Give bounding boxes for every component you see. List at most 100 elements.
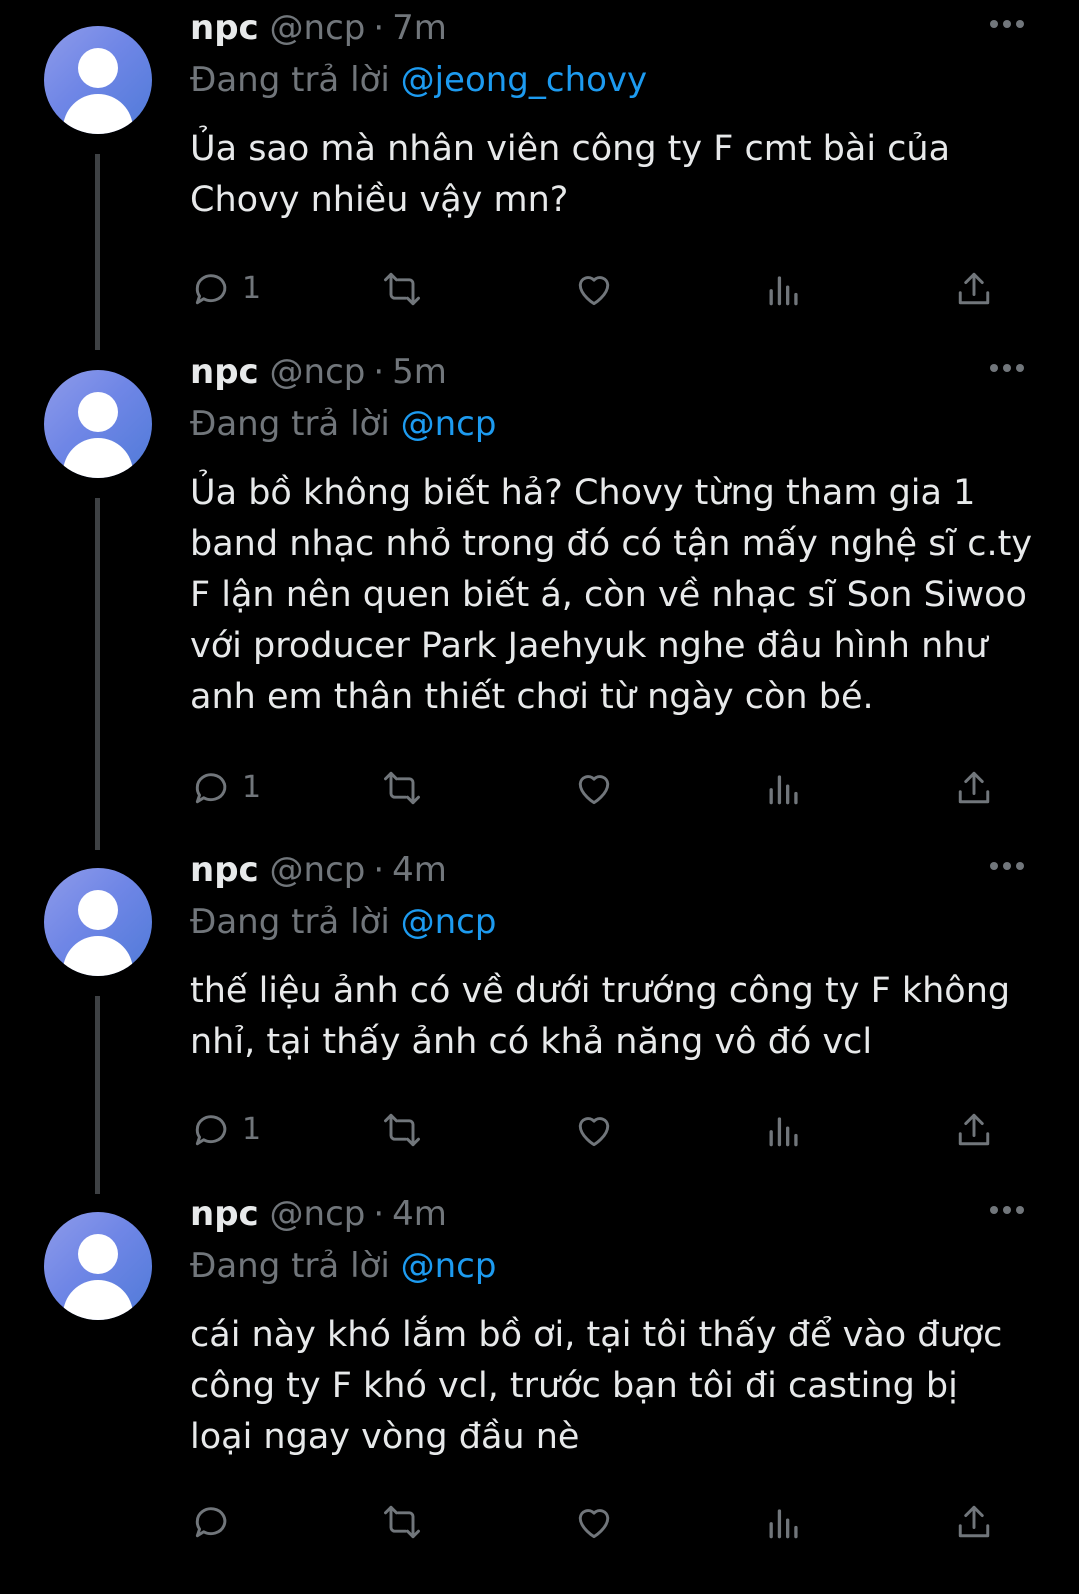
replying-to-mention[interactable]: @ncp xyxy=(401,902,497,942)
separator-dot: · xyxy=(373,8,385,48)
reply-button[interactable]: 1 xyxy=(190,265,261,313)
tweet-text: Ủa sao mà nhân viên công ty F cmt bài củ… xyxy=(190,129,951,220)
views-button[interactable] xyxy=(762,1106,806,1154)
like-button[interactable] xyxy=(572,1106,616,1154)
views-icon xyxy=(769,276,798,306)
replying-to: Đang trả lời @ncp xyxy=(190,400,496,448)
replying-to: Đang trả lời @ncp xyxy=(190,1242,496,1290)
more-options-icon[interactable] xyxy=(990,20,1034,32)
reply-count: 1 xyxy=(242,1112,262,1147)
replying-to-mention[interactable]: @jeong_chovy xyxy=(401,60,648,100)
avatar-head-shape xyxy=(78,392,118,432)
retweet-button[interactable] xyxy=(380,764,424,812)
avatar[interactable] xyxy=(44,868,152,976)
thread-connector-line xyxy=(95,996,100,1194)
timestamp[interactable]: 5m xyxy=(392,352,447,392)
tweet-header: npc @ncp · 4m xyxy=(190,1190,447,1238)
retweet-button[interactable] xyxy=(380,1106,424,1154)
display-name[interactable]: npc xyxy=(190,850,259,890)
more-options-icon[interactable] xyxy=(990,364,1034,376)
reply-icon xyxy=(195,1507,227,1538)
replying-to-label: Đang trả lời xyxy=(190,404,390,444)
views-button[interactable] xyxy=(762,1498,806,1546)
tweet-text: Ủa bồ không biết hả? Chovy từng tham gia… xyxy=(190,473,1033,717)
views-button[interactable] xyxy=(762,265,806,313)
like-button[interactable] xyxy=(572,764,616,812)
display-name[interactable]: npc xyxy=(190,352,259,392)
separator-dot: · xyxy=(373,352,385,392)
tweet-actions: 1 xyxy=(190,1106,1040,1154)
tweet-actions: 1 xyxy=(190,764,1040,812)
share-button[interactable] xyxy=(952,265,996,313)
replying-to-label: Đang trả lời xyxy=(190,1246,390,1286)
retweet-icon xyxy=(384,1505,420,1539)
like-icon xyxy=(578,276,610,306)
replying-to-mention[interactable]: @ncp xyxy=(401,404,497,444)
tweet-actions: 1 xyxy=(190,265,1040,313)
replying-to-label: Đang trả lời xyxy=(190,902,390,942)
share-button[interactable] xyxy=(952,764,996,812)
display-name[interactable]: npc xyxy=(190,8,259,48)
tweet-header: npc @ncp · 7m xyxy=(190,4,447,52)
thread: npc @ncp · 7m Đang trả lời @jeong_chovy Ủa… xyxy=(0,0,1079,1594)
reply-count: 1 xyxy=(242,271,262,306)
views-icon xyxy=(769,1117,798,1147)
reply-button[interactable] xyxy=(190,1498,242,1546)
reply-count: 1 xyxy=(242,770,262,805)
reply-icon xyxy=(195,773,227,804)
timestamp[interactable]: 7m xyxy=(392,8,447,48)
reply-button[interactable]: 1 xyxy=(190,1106,261,1154)
reply-icon xyxy=(195,1115,227,1146)
like-icon xyxy=(578,1117,610,1147)
views-icon xyxy=(769,775,798,805)
replying-to: Đang trả lời @ncp xyxy=(190,898,496,946)
like-button[interactable] xyxy=(572,1498,616,1546)
display-name[interactable]: npc xyxy=(190,1194,259,1234)
share-icon xyxy=(958,272,990,305)
tweet-text: cái này khó lắm bồ ơi, tại tôi thấy để v… xyxy=(190,1315,1003,1457)
avatar-body-shape xyxy=(63,94,133,134)
retweet-icon xyxy=(384,1113,420,1147)
like-icon xyxy=(578,775,610,805)
user-handle[interactable]: @ncp xyxy=(270,352,366,392)
share-button[interactable] xyxy=(952,1498,996,1546)
tweet-text: thế liệu ảnh có về dưới trướng công ty F… xyxy=(190,971,1011,1062)
like-icon xyxy=(578,1509,610,1539)
timestamp[interactable]: 4m xyxy=(392,850,447,890)
share-icon xyxy=(958,1113,990,1146)
avatar-head-shape xyxy=(78,48,118,88)
tweet-header: npc @ncp · 5m xyxy=(190,348,447,396)
share-icon xyxy=(958,771,990,804)
user-handle[interactable]: @ncp xyxy=(270,8,366,48)
tweet-actions xyxy=(190,1498,1040,1546)
thread-connector-line xyxy=(95,498,100,850)
more-options-icon[interactable] xyxy=(990,1206,1034,1218)
avatar-head-shape xyxy=(78,890,118,930)
avatar[interactable] xyxy=(44,26,152,134)
share-icon xyxy=(958,1505,990,1538)
avatar-body-shape xyxy=(63,438,133,478)
avatar-body-shape xyxy=(63,936,133,976)
avatar-body-shape xyxy=(63,1280,133,1320)
timestamp[interactable]: 4m xyxy=(392,1194,447,1234)
views-icon xyxy=(769,1509,798,1539)
replying-to-mention[interactable]: @ncp xyxy=(401,1246,497,1286)
like-button[interactable] xyxy=(572,265,616,313)
avatar[interactable] xyxy=(44,1212,152,1320)
avatar-head-shape xyxy=(78,1234,118,1274)
views-button[interactable] xyxy=(762,764,806,812)
reply-button[interactable]: 1 xyxy=(190,764,261,812)
retweet-button[interactable] xyxy=(380,1498,424,1546)
retweet-button[interactable] xyxy=(380,265,424,313)
retweet-icon xyxy=(384,272,420,306)
retweet-icon xyxy=(384,771,420,805)
user-handle[interactable]: @ncp xyxy=(270,850,366,890)
separator-dot: · xyxy=(373,850,385,890)
replying-to: Đang trả lời @jeong_chovy xyxy=(190,56,647,104)
replying-to-label: Đang trả lời xyxy=(190,60,390,100)
avatar[interactable] xyxy=(44,370,152,478)
separator-dot: · xyxy=(373,1194,385,1234)
share-button[interactable] xyxy=(952,1106,996,1154)
user-handle[interactable]: @ncp xyxy=(270,1194,366,1234)
more-options-icon[interactable] xyxy=(990,862,1034,874)
